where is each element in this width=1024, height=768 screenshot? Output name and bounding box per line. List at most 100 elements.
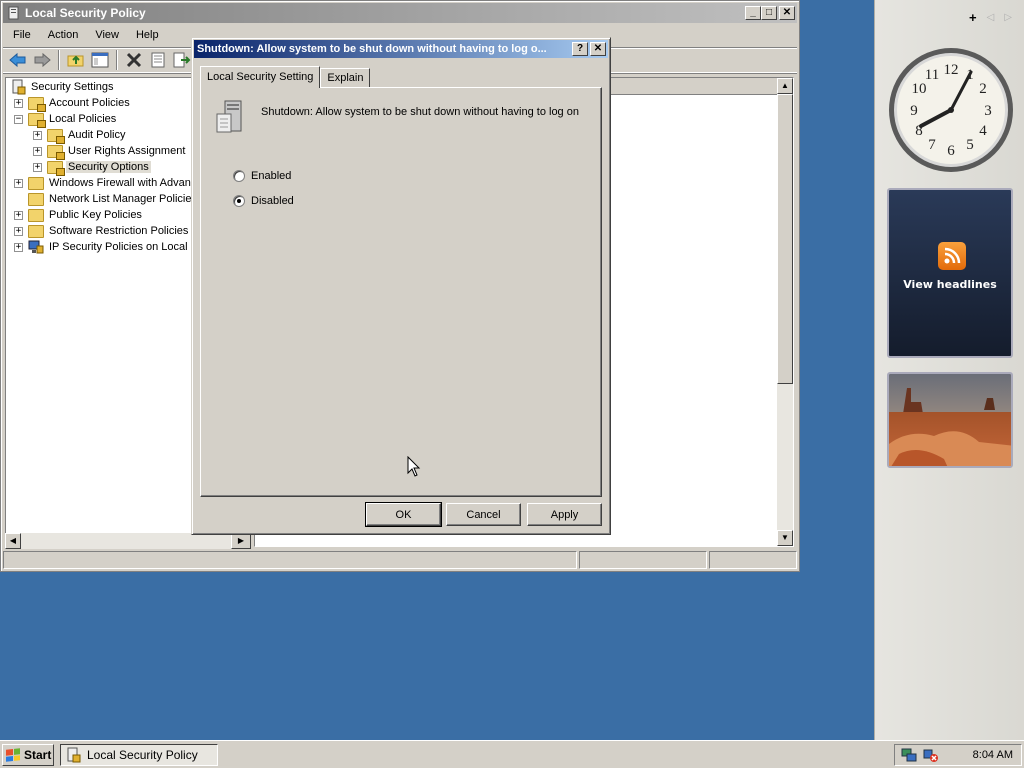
enabled-radio[interactable] [233, 170, 245, 182]
tab-explain[interactable]: Explain [320, 68, 371, 88]
clock-numeral: 3 [984, 103, 992, 119]
tree-item-label: Account Policies [49, 97, 130, 109]
maximize-button[interactable]: □ [761, 6, 777, 20]
tree-root[interactable]: Security Settings [10, 79, 116, 95]
taskbar: Start Local Security Policy 8:04 AM [0, 740, 1024, 768]
start-button[interactable]: Start [2, 744, 54, 766]
tree-item-audit-policy[interactable]: + Audit Policy [33, 127, 127, 144]
expand-icon[interactable]: + [14, 98, 23, 108]
tree-item-account-policies[interactable]: + Account Policies [14, 95, 132, 112]
tree-item-user-rights[interactable]: + User Rights Assignment [33, 143, 187, 160]
clock-numeral: 5 [966, 137, 974, 153]
clock-numeral: 10 [912, 81, 927, 97]
volume-muted-icon[interactable] [923, 747, 939, 763]
slideshow-gadget[interactable] [887, 372, 1013, 468]
dialog-title: Shutdown: Allow system to be shut down w… [197, 43, 547, 55]
scroll-right-arrow-icon[interactable]: ▶ [231, 533, 251, 549]
clock-numeral: 6 [947, 143, 955, 159]
cancel-button[interactable]: Cancel [446, 503, 521, 526]
expand-icon[interactable]: + [14, 178, 23, 188]
enabled-option[interactable]: Enabled [233, 170, 291, 182]
export-list-icon[interactable] [171, 49, 193, 71]
apply-button[interactable]: Apply [527, 503, 602, 526]
menu-help[interactable]: Help [126, 27, 166, 43]
next-page-icon[interactable]: ▷ [1004, 12, 1012, 23]
main-window-titlebar[interactable]: Local Security Policy _ □ ✕ [3, 3, 797, 23]
tree-item-label: Audit Policy [68, 129, 126, 141]
tree-item-windows-firewall[interactable]: + Windows Firewall with Advanc [14, 175, 198, 191]
add-gadget-button[interactable]: + [969, 10, 977, 25]
tab-local-security-setting[interactable]: Local Security Setting [200, 66, 321, 88]
clock-numeral: 9 [910, 103, 918, 119]
status-pane-3 [709, 551, 797, 569]
tree-item-label: Public Key Policies [49, 209, 142, 221]
delete-icon[interactable] [123, 49, 145, 71]
tree-item-local-policies[interactable]: − Local Policies [14, 111, 118, 128]
folder-icon [28, 224, 44, 238]
expand-icon[interactable]: + [33, 146, 42, 156]
help-button[interactable]: ? [572, 42, 588, 56]
expand-icon[interactable]: + [14, 210, 23, 220]
rss-icon [938, 242, 966, 270]
previous-page-icon[interactable]: ◁ [987, 12, 995, 23]
status-pane-1 [3, 551, 577, 569]
details-vertical-scrollbar[interactable]: ▲ ▼ [777, 78, 793, 546]
properties-icon[interactable] [147, 49, 169, 71]
enabled-label: Enabled [251, 170, 292, 182]
tab-panel: Shutdown: Allow system to be shut down w… [200, 87, 602, 497]
tree-item-label: Windows Firewall with Advanc [49, 177, 197, 189]
disabled-radio[interactable] [233, 195, 245, 207]
taskbar-item-local-security-policy[interactable]: Local Security Policy [60, 744, 218, 766]
taskbar-item-label: Local Security Policy [87, 748, 198, 762]
show-hide-tree-icon[interactable] [89, 49, 111, 71]
forward-icon[interactable] [31, 49, 53, 71]
dialog-titlebar[interactable]: Shutdown: Allow system to be shut down w… [194, 40, 608, 58]
tree-item-label: User Rights Assignment [68, 145, 186, 157]
tree-item-label: Local Policies [49, 113, 117, 125]
feed-headlines-gadget[interactable]: View headlines [887, 188, 1013, 358]
menu-action[interactable]: Action [38, 27, 86, 43]
tree-item-public-key[interactable]: + Public Key Policies [14, 207, 144, 223]
menu-file[interactable]: File [3, 27, 38, 43]
tree-item-label: Network List Manager Policies [49, 193, 197, 205]
tree-item-label: IP Security Policies on Local C [49, 241, 199, 253]
taskbar-clock[interactable]: 8:04 AM [973, 749, 1013, 761]
up-folder-icon[interactable] [65, 49, 87, 71]
mouse-cursor-icon [407, 456, 421, 477]
windows-logo-icon [6, 748, 20, 762]
close-button[interactable]: ✕ [779, 6, 795, 20]
security-settings-icon [12, 79, 26, 95]
minimize-button[interactable]: _ [745, 6, 761, 20]
scroll-down-arrow-icon[interactable]: ▼ [777, 530, 793, 546]
clock-numeral: 4 [979, 123, 987, 139]
toolbar-separator [116, 50, 118, 70]
scroll-left-arrow-icon[interactable]: ◀ [5, 533, 21, 549]
toolbar-separator [58, 50, 60, 70]
scroll-thumb[interactable] [777, 94, 793, 384]
back-icon[interactable] [7, 49, 29, 71]
scroll-up-arrow-icon[interactable]: ▲ [777, 78, 793, 94]
collapse-icon[interactable]: − [14, 114, 23, 124]
ok-button[interactable]: OK [365, 502, 442, 527]
network-icon[interactable] [901, 747, 917, 763]
clock-gadget[interactable]: 12 1 2 3 4 5 6 7 8 9 10 11 [887, 46, 1015, 174]
tree-item-security-options[interactable]: + Security Options [33, 159, 151, 176]
expand-icon[interactable]: + [14, 226, 23, 236]
dialog-close-button[interactable]: ✕ [590, 42, 606, 56]
policy-name: Shutdown: Allow system to be shut down w… [261, 106, 579, 118]
system-tray: 8:04 AM [894, 744, 1022, 766]
tree-horizontal-scrollbar[interactable]: ◀ ▶ [5, 533, 251, 549]
expand-icon[interactable]: + [14, 242, 23, 252]
start-label: Start [24, 748, 52, 762]
tree-item-label: Security Options [66, 161, 151, 173]
tree-item-software-restriction[interactable]: + Software Restriction Policies [14, 223, 190, 239]
tree-item-ip-security[interactable]: + IP Security Policies on Local C [14, 239, 201, 255]
folder-lock-icon [47, 160, 65, 176]
expand-icon[interactable]: + [33, 130, 42, 140]
disabled-option[interactable]: Disabled [233, 195, 294, 207]
tree-item-network-list[interactable]: Network List Manager Policies [28, 191, 199, 207]
clock-numeral: 12 [944, 62, 959, 78]
expand-icon[interactable]: + [33, 162, 42, 172]
ip-security-icon [28, 240, 44, 254]
menu-view[interactable]: View [85, 27, 126, 43]
